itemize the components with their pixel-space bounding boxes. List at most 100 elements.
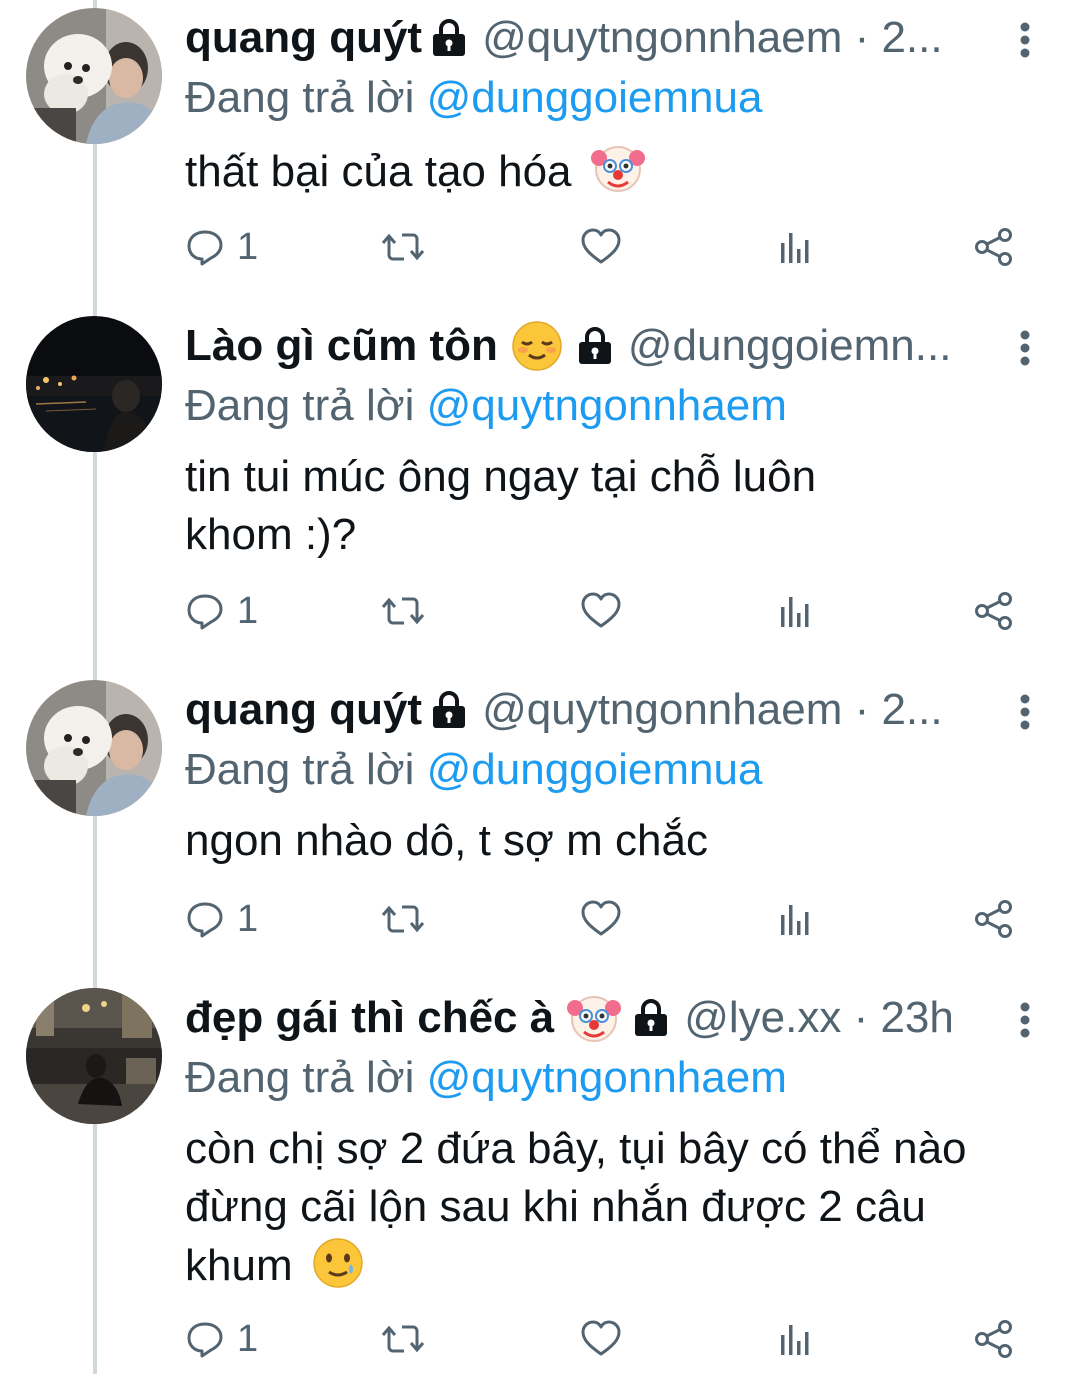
tweet-text: tin tui múc ông ngay tại chỗ luôn khom :… bbox=[185, 448, 905, 564]
like-button[interactable] bbox=[580, 1314, 622, 1364]
tweet-actions: 1 bbox=[185, 586, 1035, 636]
reply-count: 1 bbox=[237, 589, 259, 632]
handle-and-time[interactable]: @dunggoiemn... bbox=[628, 316, 952, 376]
lock-icon bbox=[576, 326, 614, 366]
share-button[interactable] bbox=[973, 222, 1015, 272]
tweet-text: thất bại của tạo hóa bbox=[185, 140, 1035, 201]
reply-button[interactable]: 1 bbox=[185, 894, 258, 944]
reply-icon bbox=[187, 230, 223, 266]
display-name[interactable]: Lào gì cũm tôn bbox=[185, 316, 498, 376]
handle-and-time[interactable]: @lye.xx · 23h bbox=[684, 988, 954, 1048]
avatar[interactable] bbox=[26, 988, 162, 1124]
share-button[interactable] bbox=[973, 586, 1015, 636]
replying-to: Đang trả lời @quytngonnhaem bbox=[185, 376, 787, 436]
display-name[interactable]: quang quýt bbox=[185, 680, 422, 740]
stats-button[interactable] bbox=[778, 1314, 814, 1364]
tweet-text-content: tin tui múc ông ngay tại chỗ luôn khom :… bbox=[185, 452, 817, 559]
tweet-header: quang quýt @quytngonnhaem · 2... bbox=[185, 680, 990, 740]
reply-count: 1 bbox=[237, 897, 259, 940]
tweet[interactable]: Lào gì cũm tôn @dunggoiemn... Đang trả l… bbox=[0, 316, 1080, 656]
tweet[interactable]: đẹp gái thì chếc à @lye.xx · 23h Đang tr… bbox=[0, 988, 1080, 1368]
smiling-face-with-tear-emoji bbox=[311, 1236, 365, 1290]
tweet[interactable]: quang quýt @quytngonnhaem · 2... Đang tr… bbox=[0, 680, 1080, 970]
tweet[interactable]: quang quýt @quytngonnhaem · 2... Đang tr… bbox=[0, 8, 1080, 298]
reply-button[interactable]: 1 bbox=[185, 1314, 258, 1364]
clown-face-emoji bbox=[566, 990, 622, 1046]
relieved-face-emoji bbox=[510, 319, 564, 373]
mention-link[interactable]: @quytngonnhaem bbox=[427, 1053, 787, 1102]
share-button[interactable] bbox=[973, 894, 1015, 944]
avatar[interactable] bbox=[26, 8, 162, 144]
tweet-actions: 1 bbox=[185, 1314, 1035, 1364]
replying-label: Đang trả lời bbox=[185, 381, 427, 430]
replying-to: Đang trả lời @dunggoiemnua bbox=[185, 740, 762, 800]
reply-icon bbox=[187, 902, 223, 938]
tweet-header: đẹp gái thì chếc à @lye.xx · 23h bbox=[185, 988, 990, 1048]
more-vertical-icon[interactable] bbox=[1010, 1002, 1040, 1038]
stats-icon bbox=[781, 905, 809, 935]
retweet-icon bbox=[381, 905, 425, 933]
lock-icon bbox=[430, 690, 468, 730]
tweet-actions: 1 bbox=[185, 222, 1035, 272]
stats-button[interactable] bbox=[778, 222, 814, 272]
heart-icon bbox=[581, 1320, 621, 1356]
tweet-text-content: còn chị sợ 2 đứa bây, tụi bây có thể nào… bbox=[185, 1124, 967, 1290]
reply-count: 1 bbox=[237, 225, 259, 268]
display-name[interactable]: quang quýt bbox=[185, 8, 422, 68]
replying-to: Đang trả lời @dunggoiemnua bbox=[185, 68, 762, 128]
reply-icon bbox=[187, 594, 223, 630]
tweet-actions: 1 bbox=[185, 894, 1035, 944]
share-icon bbox=[975, 900, 1012, 938]
reply-icon bbox=[187, 1322, 223, 1358]
heart-icon bbox=[581, 228, 621, 264]
tweet-text: còn chị sợ 2 đứa bây, tụi bây có thể nào… bbox=[185, 1120, 1035, 1295]
lock-icon bbox=[430, 18, 468, 58]
more-vertical-icon[interactable] bbox=[1010, 330, 1040, 366]
mention-link[interactable]: @quytngonnhaem bbox=[427, 381, 787, 430]
tweet-header: Lào gì cũm tôn @dunggoiemn... bbox=[185, 316, 990, 376]
avatar[interactable] bbox=[26, 680, 162, 816]
avatar[interactable] bbox=[26, 316, 162, 452]
stats-icon bbox=[781, 233, 809, 263]
retweet-button[interactable] bbox=[380, 1314, 426, 1364]
heart-icon bbox=[581, 592, 621, 628]
retweet-button[interactable] bbox=[380, 586, 426, 636]
more-vertical-icon[interactable] bbox=[1010, 22, 1040, 58]
reply-button[interactable]: 1 bbox=[185, 222, 258, 272]
handle-and-time[interactable]: @quytngonnhaem · 2... bbox=[482, 8, 943, 68]
replying-to: Đang trả lời @quytngonnhaem bbox=[185, 1048, 787, 1108]
tweet-header: quang quýt @quytngonnhaem · 2... bbox=[185, 8, 990, 68]
retweet-icon bbox=[381, 233, 425, 261]
replying-label: Đang trả lời bbox=[185, 745, 427, 794]
like-button[interactable] bbox=[580, 894, 622, 944]
mention-link[interactable]: @dunggoiemnua bbox=[427, 745, 763, 794]
retweet-icon bbox=[381, 597, 425, 625]
retweet-button[interactable] bbox=[380, 894, 426, 944]
share-icon bbox=[975, 228, 1012, 266]
handle-and-time[interactable]: @quytngonnhaem · 2... bbox=[482, 680, 943, 740]
mention-link[interactable]: @dunggoiemnua bbox=[427, 73, 763, 122]
share-icon bbox=[975, 1320, 1012, 1358]
tweet-text-content: ngon nhào dô, t sợ m chắc bbox=[185, 816, 708, 865]
stats-button[interactable] bbox=[778, 894, 814, 944]
more-vertical-icon[interactable] bbox=[1010, 694, 1040, 730]
stats-button[interactable] bbox=[778, 586, 814, 636]
tweet-text: ngon nhào dô, t sợ m chắc bbox=[185, 812, 1035, 870]
lock-icon bbox=[632, 998, 670, 1038]
share-icon bbox=[975, 592, 1012, 630]
display-name[interactable]: đẹp gái thì chếc à bbox=[185, 988, 554, 1048]
replying-label: Đang trả lời bbox=[185, 73, 427, 122]
reply-count: 1 bbox=[237, 1317, 259, 1360]
clown-face-emoji bbox=[590, 140, 646, 196]
like-button[interactable] bbox=[580, 222, 622, 272]
stats-icon bbox=[781, 597, 809, 627]
retweet-button[interactable] bbox=[380, 222, 426, 272]
tweet-text-content: thất bại của tạo hóa bbox=[185, 147, 572, 196]
stats-icon bbox=[781, 1325, 809, 1355]
retweet-icon bbox=[381, 1325, 425, 1353]
replying-label: Đang trả lời bbox=[185, 1053, 427, 1102]
heart-icon bbox=[581, 900, 621, 936]
reply-button[interactable]: 1 bbox=[185, 586, 258, 636]
like-button[interactable] bbox=[580, 586, 622, 636]
share-button[interactable] bbox=[973, 1314, 1015, 1364]
